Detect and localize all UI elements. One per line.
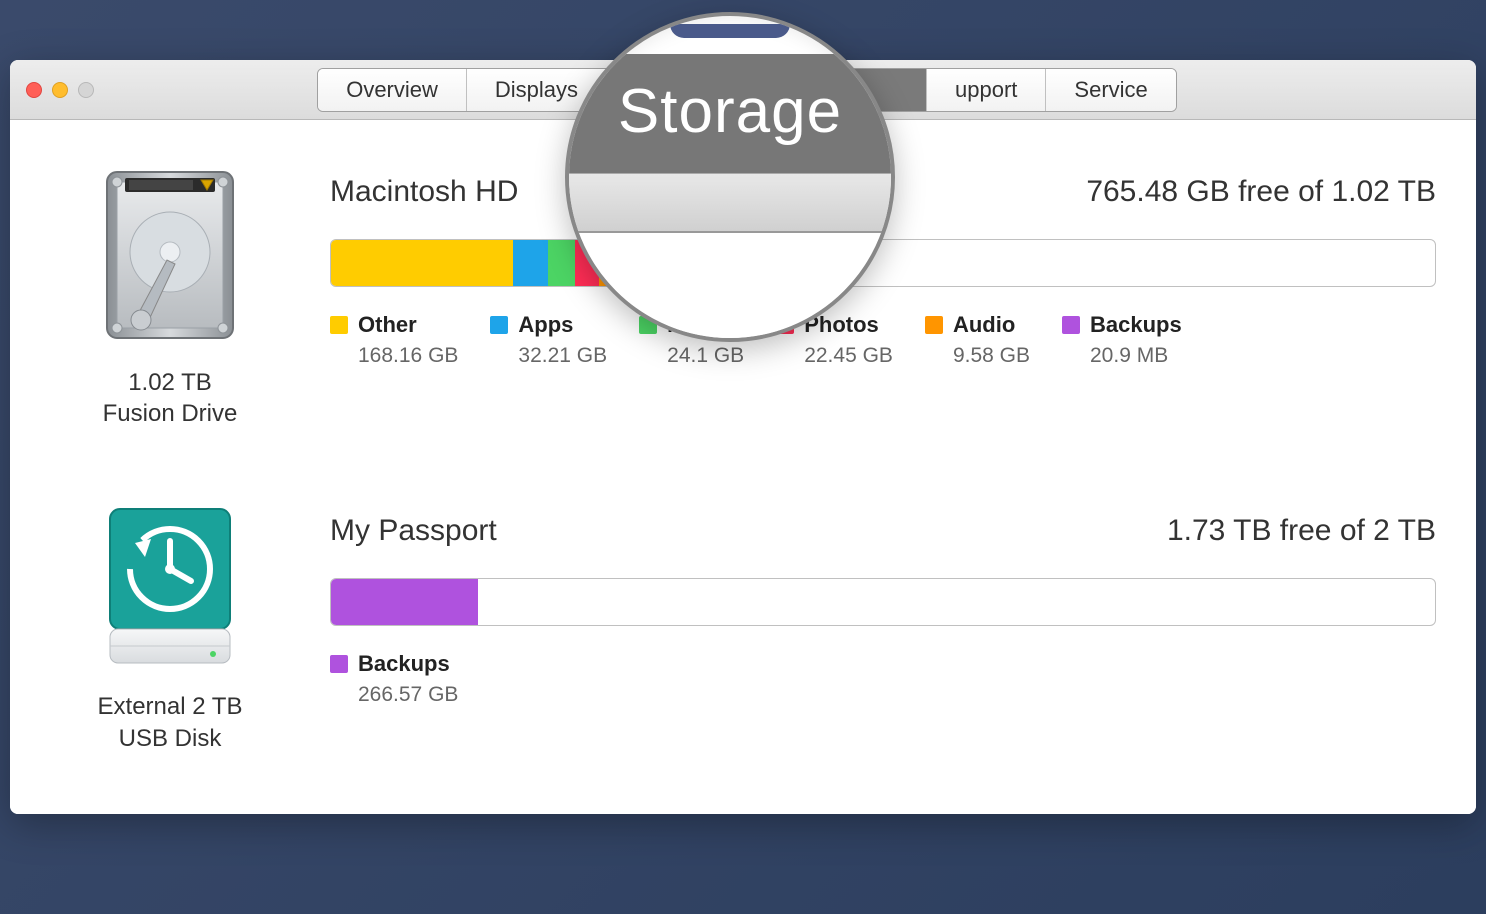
- legend-label: Audio: [953, 312, 1015, 338]
- legend-swatch: [490, 316, 508, 334]
- usage-bar-my-passport: [330, 578, 1436, 626]
- internal-hdd-icon: [95, 160, 245, 350]
- legend-item-other: Other 168.16 GB: [330, 312, 458, 368]
- drive-name: My Passport: [330, 514, 497, 548]
- legend-label: Backups: [358, 651, 450, 677]
- legend-swatch: [1062, 316, 1080, 334]
- legend-swatch: [330, 655, 348, 673]
- minimize-button[interactable]: [52, 82, 68, 98]
- close-button[interactable]: [26, 82, 42, 98]
- traffic-lights: [26, 82, 94, 98]
- drive-header: My Passport 1.73 TB free of 2 TB: [330, 514, 1436, 548]
- tab-support[interactable]: upport: [927, 69, 1046, 111]
- tab-overview[interactable]: Overview: [318, 69, 467, 111]
- legend-label: Apps: [518, 312, 573, 338]
- legend-label: Other: [358, 312, 417, 338]
- legend-item-backups: Backups 20.9 MB: [1062, 312, 1182, 368]
- legend-size: 22.45 GB: [804, 344, 893, 368]
- drive-free-text: 765.48 GB free of 1.02 TB: [1086, 175, 1436, 209]
- drive-free-text: 1.73 TB free of 2 TB: [1167, 514, 1436, 548]
- legend-size: 32.21 GB: [518, 344, 607, 368]
- magnifier-overlay: Storage: [565, 12, 895, 342]
- legend-swatch: [925, 316, 943, 334]
- legend-item-audio: Audio 9.58 GB: [925, 312, 1030, 368]
- legend-size: 20.9 MB: [1090, 344, 1182, 368]
- drive-info: My Passport 1.73 TB free of 2 TB Backups…: [330, 499, 1436, 753]
- drive-icon-column: 1.02 TB Fusion Drive: [60, 160, 280, 429]
- usage-segment-other: [331, 240, 513, 286]
- legend-size: 168.16 GB: [358, 344, 458, 368]
- drive-name: Macintosh HD: [330, 175, 518, 209]
- tab-service[interactable]: Service: [1046, 69, 1175, 111]
- usage-segment-apps: [513, 240, 548, 286]
- legend-item-backups: Backups 266.57 GB: [330, 651, 458, 707]
- drive-row-my-passport: External 2 TB USB Disk My Passport 1.73 …: [60, 499, 1436, 753]
- usage-legend-my-passport: Backups 266.57 GB: [330, 651, 1436, 707]
- usage-segment-backups: [331, 579, 478, 625]
- external-timemachine-icon: [95, 499, 245, 674]
- about-this-mac-window: Overview Displays upport Service: [10, 60, 1476, 814]
- magnified-storage-tab: Storage: [569, 54, 891, 173]
- drive-icon-label: External 2 TB USB Disk: [60, 691, 280, 753]
- legend-swatch: [330, 316, 348, 334]
- drive-icon-label: 1.02 TB Fusion Drive: [60, 367, 280, 429]
- legend-label: Backups: [1090, 312, 1182, 338]
- legend-size: 9.58 GB: [953, 344, 1030, 368]
- legend-size: 24.1 GB: [667, 344, 744, 368]
- zoom-button[interactable]: [78, 82, 94, 98]
- drive-icon-column: External 2 TB USB Disk: [60, 499, 280, 753]
- legend-size: 266.57 GB: [358, 683, 458, 707]
